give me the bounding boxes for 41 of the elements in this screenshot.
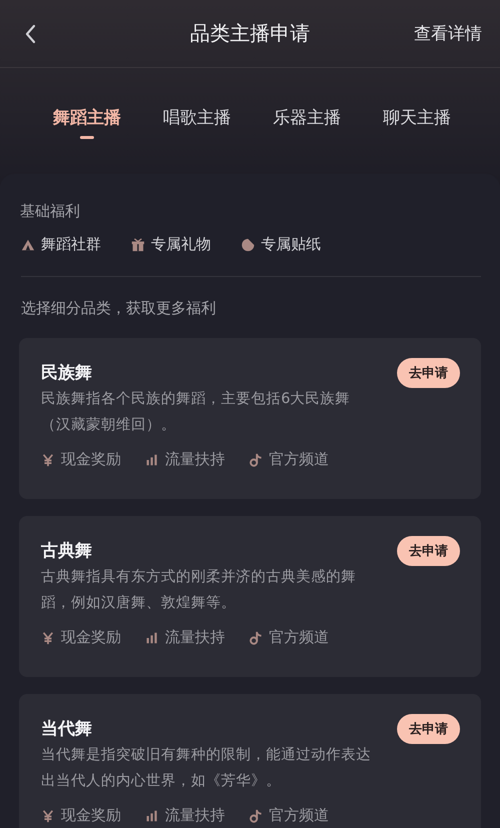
details-link[interactable]: 查看详情 <box>414 22 482 45</box>
perk-label: 官方频道 <box>269 450 329 469</box>
benefit-label: 专属礼物 <box>151 235 211 254</box>
yen-icon <box>41 452 55 466</box>
card-description: 民族舞指各个民族的舞蹈，主要包括6大民族舞（汉藏蒙朝维回）。 <box>41 390 352 435</box>
benefit-label: 专属贴纸 <box>261 235 321 254</box>
triangle-icon <box>21 238 35 252</box>
page-title: 品类主播申请 <box>189 20 311 47</box>
apply-button[interactable]: 去申请 <box>397 358 460 388</box>
card-description: 当代舞是指突破旧有舞种的限制，能通过动作表达出当代人的内心世界，如《芳华》。 <box>41 746 371 791</box>
bar-chart-icon <box>145 808 159 822</box>
perk-label: 现金奖励 <box>61 450 121 469</box>
category-tab[interactable]: 聊天主播 <box>383 106 451 146</box>
perk-label: 流量扶持 <box>165 628 225 647</box>
perk-label: 官方频道 <box>269 806 329 825</box>
card-description: 古典舞指具有东方式的刚柔并济的古典美感的舞蹈，例如汉唐舞、敦煌舞等。 <box>41 568 357 613</box>
perk-label: 现金奖励 <box>61 628 121 647</box>
music-note-icon <box>249 452 263 466</box>
section-hint: 选择细分品类，获取更多福利 <box>21 299 217 318</box>
category-tab[interactable]: 唱歌主播 <box>163 106 231 146</box>
section-heading: 基础福利 <box>20 202 81 221</box>
perk-label: 流量扶持 <box>165 806 225 825</box>
category-tab[interactable]: 乐器主播 <box>273 106 341 146</box>
benefit-label: 舞蹈社群 <box>41 235 101 254</box>
perk-label: 流量扶持 <box>165 450 225 469</box>
apply-button[interactable]: 去申请 <box>397 536 460 566</box>
category-tab[interactable]: 舞蹈主播 <box>53 106 121 146</box>
card-title: 当代舞 <box>41 718 92 740</box>
card-title: 民族舞 <box>41 362 92 384</box>
sticker-icon <box>241 238 255 252</box>
bar-chart-icon <box>145 452 159 466</box>
music-note-icon <box>249 630 263 644</box>
perk-label: 现金奖励 <box>61 806 121 825</box>
yen-icon <box>41 808 55 822</box>
card-title: 古典舞 <box>41 540 92 562</box>
yen-icon <box>41 630 55 644</box>
gift-icon <box>131 238 145 252</box>
perk-label: 官方频道 <box>269 628 329 647</box>
apply-button[interactable]: 去申请 <box>397 714 460 744</box>
bar-chart-icon <box>145 630 159 644</box>
music-note-icon <box>249 808 263 822</box>
